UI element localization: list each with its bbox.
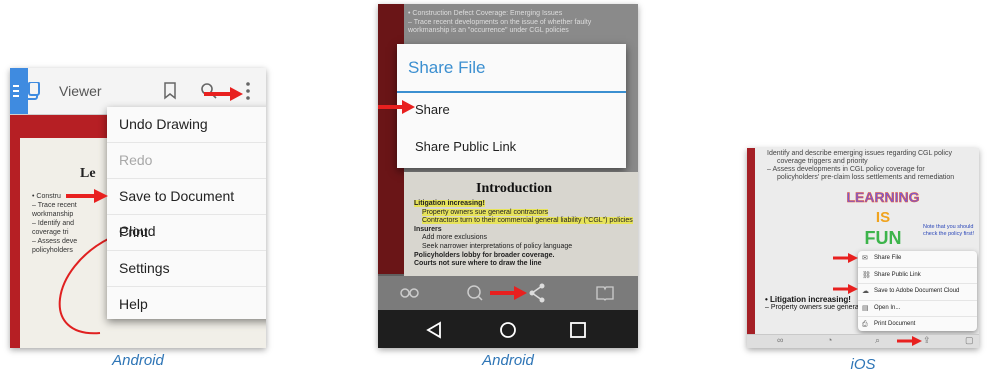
menu-item-share-file[interactable]: ✉ Share File [858, 251, 977, 268]
android-viewer-menu-screenshot: Viewer Le • Constru – Trace recent workm… [10, 68, 266, 348]
menu-item-share-public-link[interactable]: ⛓ Share Public Link [858, 268, 977, 284]
menu-label: Share Public Link [874, 271, 921, 278]
slide-title: Introduction [476, 181, 552, 196]
menu-label: Open In... [874, 304, 901, 311]
android-share-dialog-screenshot: • Construction Defect Coverage: Emerging… [378, 4, 638, 348]
bullet-sub: Seek narrower interpretations of policy … [422, 242, 573, 250]
bullet-lobby: Policyholders lobby for broader coverage… [414, 251, 555, 259]
share-icon[interactable] [528, 283, 546, 303]
share-public-link-option[interactable]: Share Public Link [415, 139, 516, 154]
mail-icon: ✉ [862, 255, 868, 262]
book-icon[interactable] [596, 285, 614, 301]
share-icon[interactable]: ⇪ [923, 335, 931, 346]
search-icon[interactable]: ⌕ [875, 335, 880, 346]
infinity-icon[interactable] [400, 286, 420, 300]
menu-item-help[interactable]: Help [107, 287, 266, 322]
learning-is-fun-sticker: LEARNING IS FUN [846, 189, 920, 248]
bullet-insurers: Insurers [414, 225, 442, 233]
home-icon[interactable] [499, 321, 517, 339]
bullet-sub: Property owners sue general contractors [422, 208, 549, 216]
bookmark-icon[interactable] [163, 82, 177, 100]
red-arrow-icon [897, 336, 922, 346]
comment-icon[interactable]: ◔ [827, 335, 832, 345]
book-icon[interactable]: ▢ [965, 335, 974, 346]
background-text: Identify and describe emerging issues re… [767, 150, 954, 182]
menu-label: Share File [874, 255, 902, 261]
menu-item-save-to-adobe-document-cloud[interactable]: ☁ Save to Adobe Document Cloud [858, 284, 977, 301]
menu-item-open-in[interactable]: ▤ Open In... [858, 301, 977, 317]
slide-title: Le [80, 166, 96, 181]
open-in-icon: ▤ [862, 304, 869, 312]
overflow-menu: Undo Drawing Redo Save to Document Cloud… [107, 107, 266, 319]
menu-item-redo[interactable]: Redo [107, 143, 266, 179]
menu-label: Print Document [874, 321, 916, 327]
red-arrow-icon [490, 286, 527, 300]
red-arrow-icon [204, 87, 243, 101]
svg-text:FUN: FUN [865, 228, 902, 248]
text-line: • Construction Defect Coverage: Emerging… [408, 10, 563, 17]
recents-icon[interactable] [569, 321, 587, 339]
red-arrow-icon [66, 189, 108, 203]
infinity-icon[interactable]: ∞ [777, 335, 783, 345]
caption-android: Android [112, 352, 164, 369]
share-file-dialog: Share File Share Share Public Link [397, 44, 626, 168]
comment-icon[interactable] [466, 284, 484, 302]
menu-icon[interactable] [13, 82, 49, 102]
dialog-divider [397, 91, 626, 93]
menu-item-print-document[interactable]: ⎙ Print Document [858, 317, 977, 333]
print-icon: ⎙ [862, 321, 868, 328]
red-arrow-icon [833, 253, 858, 263]
svg-text:IS: IS [876, 209, 890, 226]
text-line: – Assess developments in CGL policy cove… [767, 166, 925, 173]
back-icon[interactable] [426, 321, 442, 339]
share-option[interactable]: Share [415, 102, 450, 117]
bullet-courts: Courts not sure where to draw the line [414, 260, 542, 268]
text-line: – Trace recent developments on the issue… [408, 18, 592, 26]
slide-line: workmanship [32, 211, 74, 218]
caption-android: Android [482, 352, 534, 369]
menu-item-undo-drawing[interactable]: Undo Drawing [107, 107, 266, 143]
background-text: • Construction Defect Coverage: Emerging… [408, 10, 591, 36]
cloud-icon: ☁ [862, 288, 869, 295]
bottom-toolbar [378, 276, 638, 310]
menu-item-print[interactable]: Print [107, 215, 266, 251]
bullet-sub: Contractors turn to their commercial gen… [422, 217, 633, 225]
note-text: Note that you should check the policy fi… [923, 224, 975, 237]
text-line: Identify and describe emerging issues re… [767, 150, 952, 157]
bullet-sub: Add more exclusions [422, 234, 487, 242]
slide-red-border [747, 148, 755, 348]
bullet-litigation: Litigation increasing! [414, 200, 485, 207]
caption-ios: iOS [850, 356, 876, 373]
text-line: policyholders' pre-claim loss settlement… [777, 174, 955, 181]
link-icon: ⛓ [862, 271, 871, 279]
slide-line: – Identify and [32, 220, 75, 227]
ios-share-menu-screenshot: Identify and describe emerging issues re… [747, 148, 979, 348]
ios-bottom-toolbar: ∞ ◔ ⌕ ⇪ ▢ [747, 334, 979, 348]
menu-item-save-to-document-cloud[interactable]: Save to Document Cloud [107, 179, 266, 239]
ios-share-menu: ✉ Share File ⛓ Share Public Link ☁ Save to … [858, 251, 977, 331]
overflow-menu-icon[interactable] [244, 81, 252, 101]
menu-label: Save to Adobe Document Cloud [874, 288, 960, 294]
menu-item-settings[interactable]: Settings [107, 251, 266, 287]
text-line: coverage triggers and priority [777, 158, 868, 165]
toolbar-title: Viewer [59, 83, 102, 99]
android-navigation-bar [378, 310, 638, 348]
red-arrow-icon [378, 100, 415, 114]
svg-text:LEARNING: LEARNING [846, 189, 919, 205]
red-arrow-icon [833, 284, 858, 294]
slide-bullets: Litigation increasing! Property owners s… [414, 200, 633, 269]
text-line: workmanship is an "occurrence" under CGL… [408, 27, 569, 35]
dialog-title: Share File [408, 58, 486, 77]
